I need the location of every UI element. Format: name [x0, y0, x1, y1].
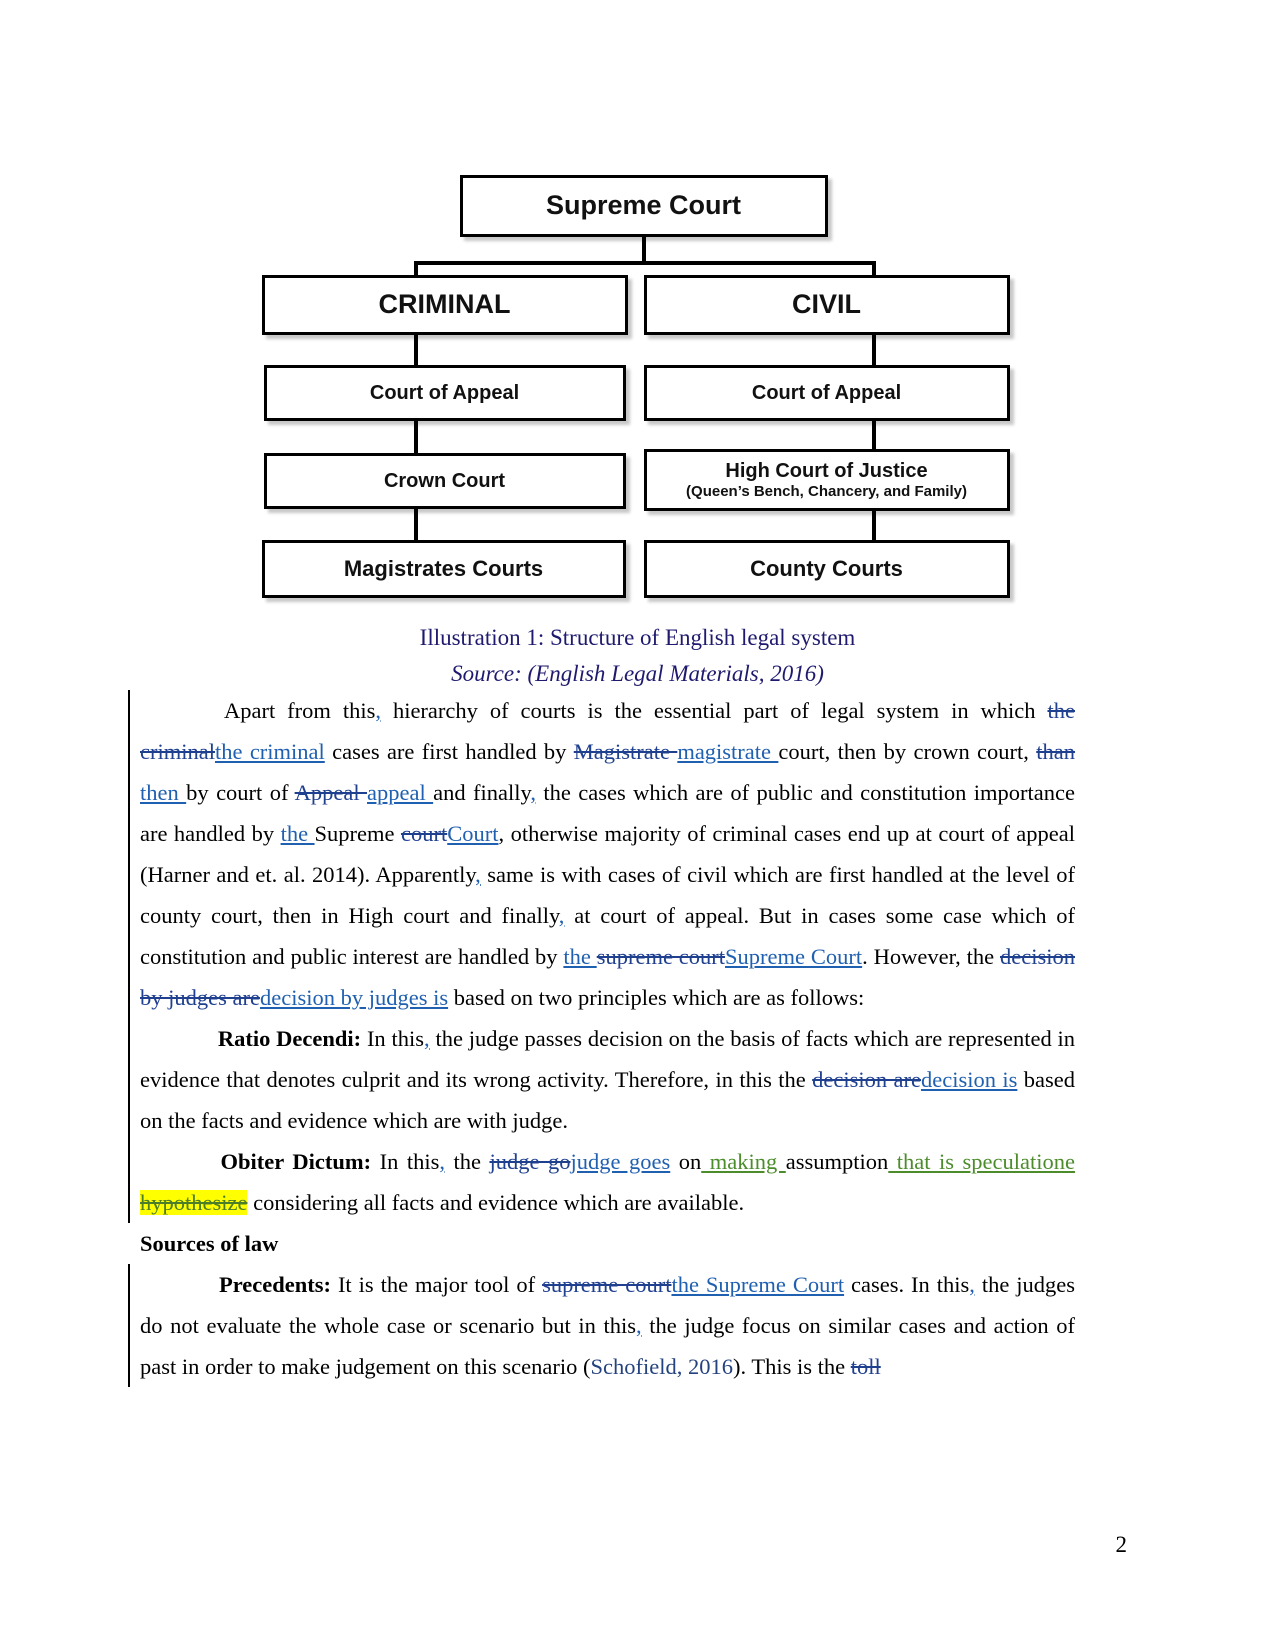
paragraph-lead-in: Precedents: [218, 1272, 331, 1297]
chart-node-civil: CIVIL [643, 275, 1010, 335]
inserted-text: decision is [920, 1067, 1018, 1092]
inserted-text-author2: making [701, 1149, 786, 1174]
deleted-text: Appeal [294, 780, 368, 805]
deleted-text-highlighted: hypothesize [140, 1190, 248, 1215]
revision-change-bar [128, 1141, 130, 1223]
inserted-text: judge goes [570, 1149, 671, 1174]
inserted-text: the Supreme Court [671, 1272, 845, 1297]
paragraph-precedents: Precedents: It is the major tool of supr… [128, 1264, 1075, 1387]
revision-change-bar [128, 1264, 130, 1387]
text-run: on [670, 1149, 702, 1174]
text-run: In this [361, 1026, 425, 1051]
inserted-text: the criminal [214, 739, 325, 764]
chart-node-label: Magistrates Courts [343, 555, 544, 581]
deleted-text: than [1036, 739, 1076, 764]
document-body: Apart from this, hierarchy of courts is … [128, 690, 1076, 1387]
connector-civil-to-appeal [871, 333, 876, 369]
deleted-text: Magistrate [573, 739, 678, 764]
deleted-text: supreme court [596, 944, 726, 969]
text-run: cases. In this [844, 1272, 970, 1297]
revision-change-bar [128, 1018, 130, 1141]
paragraph-ratio-decendi: Ratio Decendi: In this, the judge passes… [128, 1018, 1075, 1141]
text-run: assumption [785, 1149, 889, 1174]
chart-node-label: CRIMINAL [378, 289, 511, 320]
connector-high-to-county [871, 509, 876, 543]
text-run: In this [371, 1149, 440, 1174]
inserted-text: the [563, 944, 597, 969]
paragraph-hierarchy-of-courts: Apart from this, hierarchy of courts is … [128, 690, 1076, 1018]
text-run: hierarchy of courts is the essential par… [380, 698, 1048, 723]
figure-caption-block: Illustration 1: Structure of English leg… [0, 620, 1275, 691]
text-run: court, then by crown court, [778, 739, 1037, 764]
deleted-text: court [400, 821, 448, 846]
deleted-text: toll [850, 1354, 881, 1379]
deleted-text: decision are [812, 1067, 921, 1092]
chart-node-label: Court of Appeal [751, 382, 902, 404]
connector-horizontal-bar [413, 261, 876, 265]
figure-source: Source: (English Legal Materials, 2016) [451, 660, 824, 686]
citation-reference: Schofield, 2016 [590, 1354, 733, 1379]
paragraph-lead-in: Ratio Decendi: [217, 1026, 362, 1051]
chart-node-court-of-appeal-criminal: Court of Appeal [263, 365, 626, 421]
deleted-text: judge go [489, 1149, 571, 1174]
chart-node-crown-court: Crown Court [263, 453, 626, 509]
connector-appeal-to-crown [413, 419, 418, 455]
connector-criminal-to-appeal [413, 333, 418, 369]
text-run: Supreme [314, 821, 401, 846]
inserted-text: decision by judges is [259, 985, 449, 1010]
inserted-text-author2: that is speculatione [888, 1149, 1076, 1174]
chart-node-label: Crown Court [383, 470, 506, 492]
text-run: considering all facts and evidence which… [247, 1190, 745, 1215]
text-run: It is the major tool of [331, 1272, 543, 1297]
chart-node-county-courts: County Courts [643, 540, 1010, 598]
inserted-text: magistrate [677, 739, 779, 764]
text-run: Apart from this [223, 698, 376, 723]
chart-node-high-court-of-justice: High Court of Justice (Queen’s Bench, Ch… [643, 449, 1010, 511]
inserted-text: Court [447, 821, 499, 846]
connector-appeal-to-high [871, 419, 876, 453]
court-hierarchy-chart: Supreme Court CRIMINAL CIVIL Court of Ap… [258, 165, 1018, 598]
document-page: Supreme Court CRIMINAL CIVIL Court of Ap… [0, 0, 1275, 1650]
section-heading-sources-of-law: Sources of law [140, 1231, 279, 1256]
text-run: . However, the [862, 944, 1000, 969]
text-run: cases are first handled by [324, 739, 574, 764]
deleted-text: supreme court [542, 1272, 672, 1297]
text-run: by court of [186, 780, 295, 805]
connector-supreme-down [641, 235, 646, 263]
figure-caption: Illustration 1: Structure of English leg… [419, 625, 856, 650]
text-run: and finally [433, 780, 531, 805]
page-number: 2 [1115, 1532, 1128, 1557]
chart-node-magistrates-courts: Magistrates Courts [261, 540, 626, 598]
chart-node-label: CIVIL [791, 289, 861, 320]
chart-node-criminal: CRIMINAL [261, 275, 628, 335]
connector-crown-to-magistrates [413, 507, 418, 543]
chart-node-sublabel: (Queen’s Bench, Chancery, and Family) [686, 482, 967, 500]
inserted-text: Supreme Court [725, 944, 863, 969]
text-run: the [444, 1149, 490, 1174]
inserted-text: appeal [367, 780, 434, 805]
inserted-text: the [280, 821, 315, 846]
chart-node-supreme-court: Supreme Court [459, 175, 828, 237]
text-run: ). This is the [733, 1354, 851, 1379]
chart-node-label: County Courts [750, 555, 903, 581]
chart-node-label: Court of Appeal [369, 382, 520, 404]
paragraph-lead-in: Obiter Dictum: [220, 1149, 372, 1174]
paragraph-obiter-dictum: Obiter Dictum: In this, the judge gojudg… [128, 1141, 1076, 1223]
chart-node-label: High Court of Justice [725, 459, 928, 482]
inserted-text: then [140, 780, 187, 805]
text-run: based on two principles which are as fol… [448, 985, 865, 1010]
chart-node-label: Supreme Court [545, 190, 742, 221]
illustration-figure: Supreme Court CRIMINAL CIVIL Court of Ap… [0, 0, 1275, 686]
chart-node-court-of-appeal-civil: Court of Appeal [643, 365, 1010, 421]
revision-change-bar [128, 690, 130, 1018]
